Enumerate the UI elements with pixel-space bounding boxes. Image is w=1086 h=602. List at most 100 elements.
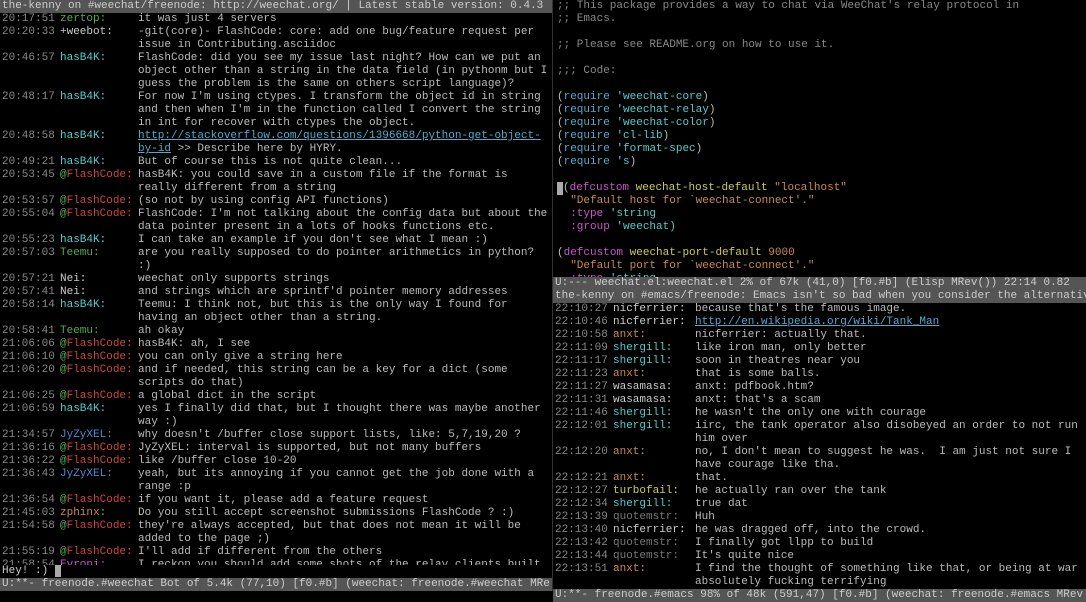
elisp-buffer[interactable]: ;; This package provides a way to chat v…	[553, 0, 1086, 277]
code-line: (defcustom weechat-port-default 9000	[557, 247, 1082, 260]
timestamp: 22:12:27	[555, 485, 613, 498]
message: Do you still accept screenshot submissio…	[138, 507, 550, 520]
chat-line: 21:06:06@FlashCode:hasB4K: ah, I see	[2, 338, 550, 351]
chat-line: 21:45:03zphinx:Do you still accept scree…	[2, 507, 550, 520]
timestamp: 21:36:43	[2, 468, 60, 494]
message: yeah, but its annoying if you cannot get…	[138, 468, 550, 494]
code-line	[557, 26, 1082, 39]
chat-line: 20:49:21hasB4K:But of course this is not…	[2, 156, 550, 169]
message: that is some balls.	[695, 368, 1084, 381]
message: But of course this is not quite clean...	[138, 156, 550, 169]
chat-line: 20:57:03Teemu:are you really supposed to…	[2, 247, 550, 273]
message: you can only give a string here	[138, 351, 550, 364]
message: I finally got llpp to build	[695, 537, 1084, 550]
nick: anxt:	[613, 329, 695, 342]
timestamp: 21:36:54	[2, 494, 60, 507]
message: that.	[695, 472, 1084, 485]
nick: @FlashCode:	[60, 364, 138, 390]
message: FlashCode: did you see my issue last nig…	[138, 52, 550, 91]
code-line: ;; Please see README.org on how to use i…	[557, 39, 1082, 52]
chat-line: 21:36:54@FlashCode:if you want it, pleas…	[2, 494, 550, 507]
nick: hasB4K:	[60, 234, 138, 247]
message: Teemu: I think not, but this is the only…	[138, 299, 550, 325]
chat-line: 20:20:33+weebot:-git(core)- FlashCode: c…	[2, 26, 550, 52]
input-line[interactable]: Hey! :)	[0, 565, 552, 578]
chat-line: 22:12:27turbofail:he actually ran over t…	[555, 485, 1084, 498]
nick: anxt:	[613, 472, 695, 485]
chat-line: 20:17:51zertop:it was just 4 servers	[2, 13, 550, 26]
message: soon in theatres near you	[695, 355, 1084, 368]
nick: @FlashCode:	[60, 208, 138, 234]
link[interactable]: http://en.wikipedia.org/wiki/Tank_Man	[695, 316, 939, 328]
code-line: (require 's)	[557, 156, 1082, 169]
chat-line: 20:48:58hasB4K:http://stackoverflow.com/…	[2, 130, 550, 156]
chat-line: 21:54:58@FlashCode:they're always accept…	[2, 520, 550, 546]
nick: @FlashCode:	[60, 455, 138, 468]
nick: hasB4K:	[60, 299, 138, 325]
timestamp: 21:36:22	[2, 455, 60, 468]
chat-line: 22:10:58anxt:nicferrier: actually that.	[555, 329, 1084, 342]
message: because that's the famous image.	[695, 303, 1084, 316]
nick: quotemstr:	[613, 511, 695, 524]
message: if you want it, please add a feature req…	[138, 494, 550, 507]
message: anxt: pdfbook.htm?	[695, 381, 1084, 394]
nick: @FlashCode:	[60, 169, 138, 195]
chat-line: 22:12:01shergill:iirc, the tank operator…	[555, 420, 1084, 446]
link[interactable]: http://stackoverflow.com/questions/13966…	[138, 130, 541, 155]
chat-line: 22:13:44quotemstr:It's quite nice	[555, 550, 1084, 563]
chat-line: 21:36:43JyZyXEL:yeah, but its annoying i…	[2, 468, 550, 494]
chat-line: 20:55:23hasB4K:I can take an example if …	[2, 234, 550, 247]
chat-line: 20:57:21Nei:weechat only supports string…	[2, 273, 550, 286]
message: are you really supposed to do pointer ar…	[138, 247, 550, 273]
code-line	[557, 52, 1082, 65]
timestamp: 21:45:03	[2, 507, 60, 520]
nick: @FlashCode:	[60, 546, 138, 559]
chat-line: 22:11:31wasamasa:anxt: that's a scam	[555, 394, 1084, 407]
emacs-chat-buffer[interactable]: 22:10:27nicferrier:because that's the fa…	[553, 303, 1086, 589]
code-line: "Default port for `weechat-connect'."	[557, 260, 1082, 273]
chat-line: 20:48:17hasB4K:For now I'm using ctypes.…	[2, 91, 550, 130]
chat-line: 22:11:23anxt:that is some balls.	[555, 368, 1084, 381]
timestamp: 20:48:17	[2, 91, 60, 130]
timestamp: 20:49:21	[2, 156, 60, 169]
timestamp: 22:13:40	[555, 524, 613, 537]
code-line: "Default host for `weechat-connect'."	[557, 195, 1082, 208]
timestamp: 21:36:16	[2, 442, 60, 455]
code-line	[557, 169, 1082, 182]
chat-line: 22:12:21anxt:that.	[555, 472, 1084, 485]
chat-line: 22:13:51anxt:I find the thought of somet…	[555, 563, 1084, 589]
chat-line: 20:58:41Teemu:ah okay	[2, 325, 550, 338]
chat-line: 21:36:16@FlashCode:JyZyXEL: interval is …	[2, 442, 550, 455]
right-column: ;; This package provides a way to chat v…	[553, 0, 1086, 591]
message: It's quite nice	[695, 550, 1084, 563]
nick: anxt:	[613, 446, 695, 472]
nick: @FlashCode:	[60, 195, 138, 208]
chat-line: 22:11:27wasamasa:anxt: pdfbook.htm?	[555, 381, 1084, 394]
chat-line: 22:12:34shergill:true dat	[555, 498, 1084, 511]
message: yes I finally did that, but I thought th…	[138, 403, 550, 429]
message: no, I don't mean to suggest he was. I am…	[695, 446, 1084, 472]
message: hasB4K: you could save in a custom file …	[138, 169, 550, 195]
nick: zertop:	[60, 13, 138, 26]
nick: nicferrier:	[613, 316, 695, 329]
message: For now I'm using ctypes. I transform th…	[138, 91, 550, 130]
timestamp: 22:11:17	[555, 355, 613, 368]
chat-line: 20:53:45@FlashCode:hasB4K: you could sav…	[2, 169, 550, 195]
code-pane-wrap: ;; This package provides a way to chat v…	[553, 0, 1086, 290]
weechat-buffer[interactable]: 20:17:51zertop:it was just 4 servers20:2…	[0, 13, 552, 565]
code-line: (require 'weechat-relay)	[557, 104, 1082, 117]
code-line: ;;; Code:	[557, 65, 1082, 78]
message: why doesn't /buffer close support lists,…	[138, 429, 550, 442]
timestamp: 21:06:06	[2, 338, 60, 351]
code-line: (require 'weechat-color)	[557, 117, 1082, 130]
timestamp: 20:53:45	[2, 169, 60, 195]
timestamp: 21:06:25	[2, 390, 60, 403]
timestamp: 20:57:41	[2, 286, 60, 299]
nick: turbofail:	[613, 485, 695, 498]
message: he wasn't the only one with courage	[695, 407, 1084, 420]
timestamp: 21:54:58	[2, 520, 60, 546]
emacs-chat-titlebar: the-kenny on #emacs/freenode: Emacs isn'…	[553, 290, 1086, 303]
chat-line: 22:13:40nicferrier:he was dragged off, i…	[555, 524, 1084, 537]
nick: @FlashCode:	[60, 351, 138, 364]
chat-line: 22:10:46nicferrier:http://en.wikipedia.o…	[555, 316, 1084, 329]
